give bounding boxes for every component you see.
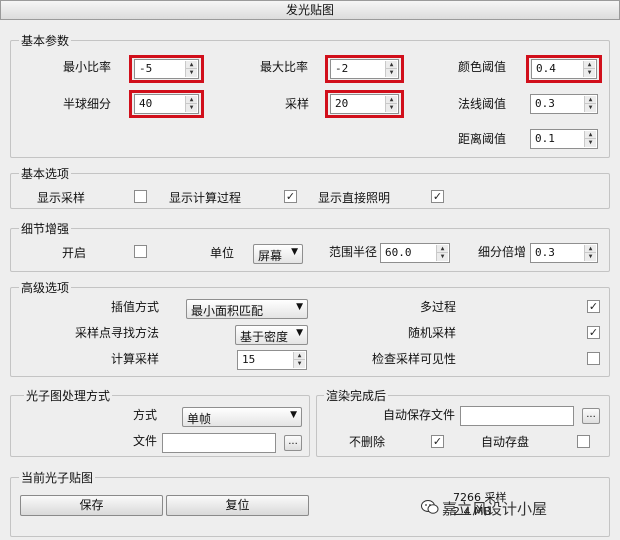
detail-title: 细节增强 [19, 220, 72, 237]
auto-switch-label: 自动存盘 [481, 435, 530, 449]
watermark-text: 嘉立风设计小屋 [442, 500, 548, 518]
file-label: 文件 [133, 434, 158, 448]
dist-thresh-label: 距离阈值 [458, 132, 507, 146]
calc-samples-spinner[interactable]: 15 ▲ ▼ [237, 350, 307, 370]
spinner-arrows[interactable]: ▲ ▼ [185, 96, 197, 112]
chevron-down-icon: ▼ [296, 302, 303, 312]
chevron-down-icon: ▼ [291, 247, 298, 257]
spinner-arrows[interactable]: ▲ ▼ [584, 96, 596, 112]
reset-button[interactable]: 复位 [166, 495, 309, 516]
calc-samples-label: 计算采样 [111, 352, 160, 366]
subdiv-mult-label: 细分倍增 [478, 245, 527, 259]
spinner-arrows[interactable]: ▲ ▼ [436, 245, 448, 261]
check-vis-checkbox[interactable] [587, 352, 600, 365]
lookup-label: 采样点寻找方法 [75, 326, 160, 340]
file-input[interactable] [162, 433, 276, 453]
normal-thresh-spinner[interactable]: 0.3 ▲ ▼ [530, 94, 598, 114]
show-samples-checkbox[interactable] [134, 190, 147, 203]
radius-value: 60.0 [385, 246, 412, 259]
mode-value: 单帧 [187, 412, 212, 426]
check-vis-label: 检查采样可见性 [372, 352, 457, 366]
color-thresh-value: 0.4 [536, 62, 556, 75]
lookup-value: 基于密度 [240, 330, 289, 344]
unit-dropdown[interactable]: 屏幕 ▼ [253, 244, 303, 264]
random-checkbox[interactable]: ✓ [587, 326, 600, 339]
file-browse-button[interactable]: ... [284, 435, 302, 451]
autosave-input[interactable] [460, 406, 574, 426]
detail-enable-label: 开启 [62, 246, 87, 260]
max-rate-spinner[interactable]: -2 ▲ ▼ [330, 59, 399, 79]
min-rate-spinner[interactable]: -5 ▲ ▼ [134, 59, 199, 79]
interp-value: 最小面积匹配 [191, 304, 264, 318]
no-delete-checkbox[interactable]: ✓ [431, 435, 444, 448]
radius-label: 范围半径 [329, 245, 378, 259]
calc-samples-value: 15 [242, 353, 256, 366]
spinner-arrows[interactable]: ▲ ▼ [584, 131, 596, 147]
after-render-title: 渲染完成后 [324, 387, 389, 404]
samples-spinner[interactable]: 20 ▲ ▼ [330, 94, 399, 114]
wechat-icon [421, 500, 439, 514]
spinner-arrows[interactable]: ▲ ▼ [583, 61, 595, 77]
save-button[interactable]: 保存 [20, 495, 163, 516]
max-rate-value: -2 [335, 62, 349, 75]
interp-dropdown[interactable]: 最小面积匹配 ▼ [186, 299, 308, 319]
basic-options-title: 基本选项 [19, 165, 72, 182]
hemi-subdiv-value: 40 [139, 97, 153, 110]
min-rate-label: 最小比率 [63, 60, 112, 74]
spinner-arrows[interactable]: ▲ ▼ [185, 61, 197, 77]
basic-options-group [10, 173, 610, 209]
subdiv-mult-spinner[interactable]: 0.3 ▲ ▼ [530, 243, 598, 263]
auto-switch-checkbox[interactable] [577, 435, 590, 448]
subdiv-mult-value: 0.3 [535, 246, 555, 259]
no-delete-label: 不删除 [349, 435, 386, 449]
normal-thresh-label: 法线阈值 [458, 97, 507, 111]
spinner-arrows[interactable]: ▲ ▼ [293, 352, 305, 368]
spinner-arrows[interactable]: ▲ ▼ [385, 96, 397, 112]
advanced-title: 高级选项 [19, 279, 72, 296]
chevron-down-icon: ▼ [290, 410, 297, 420]
spinner-arrows[interactable]: ▲ ▼ [584, 245, 596, 261]
multipass-label: 多过程 [420, 300, 457, 314]
show-samples-label: 显示采样 [37, 191, 86, 205]
interp-label: 插值方式 [111, 300, 160, 314]
autosave-browse-button[interactable]: ... [582, 408, 600, 424]
min-rate-value: -5 [139, 62, 153, 75]
chevron-down-icon: ▼ [296, 328, 303, 338]
color-thresh-label: 颜色阈值 [458, 60, 507, 74]
show-calc-label: 显示计算过程 [169, 191, 242, 205]
color-thresh-spinner[interactable]: 0.4 ▲ ▼ [531, 59, 597, 79]
mode-label: 方式 [133, 408, 158, 422]
multipass-checkbox[interactable]: ✓ [587, 300, 600, 313]
show-calc-checkbox[interactable]: ✓ [284, 190, 297, 203]
spinner-arrows[interactable]: ▲ ▼ [385, 61, 397, 77]
lookup-dropdown[interactable]: 基于密度 ▼ [235, 325, 308, 345]
show-direct-label: 显示直接照明 [318, 191, 391, 205]
radius-spinner[interactable]: 60.0 ▲ ▼ [380, 243, 450, 263]
random-label: 随机采样 [408, 326, 457, 340]
normal-thresh-value: 0.3 [535, 97, 555, 110]
detail-enable-checkbox[interactable] [134, 245, 147, 258]
dist-thresh-spinner[interactable]: 0.1 ▲ ▼ [530, 129, 598, 149]
current-map-title: 当前光子贴图 [19, 469, 96, 486]
max-rate-label: 最大比率 [260, 60, 309, 74]
samples-label: 采样 [285, 97, 310, 111]
basic-params-title: 基本参数 [19, 32, 72, 49]
show-direct-checkbox[interactable]: ✓ [431, 190, 444, 203]
samples-value: 20 [335, 97, 349, 110]
photon-mode-title: 光子图处理方式 [24, 387, 113, 404]
autosave-label: 自动保存文件 [383, 408, 456, 422]
dist-thresh-value: 0.1 [535, 132, 555, 145]
hemi-subdiv-label: 半球细分 [63, 97, 112, 111]
hemi-subdiv-spinner[interactable]: 40 ▲ ▼ [134, 94, 199, 114]
unit-value: 屏幕 [258, 249, 283, 263]
unit-label: 单位 [210, 246, 235, 260]
window-title: 发光贴图 [0, 0, 620, 20]
mode-dropdown[interactable]: 单帧 ▼ [182, 407, 302, 427]
